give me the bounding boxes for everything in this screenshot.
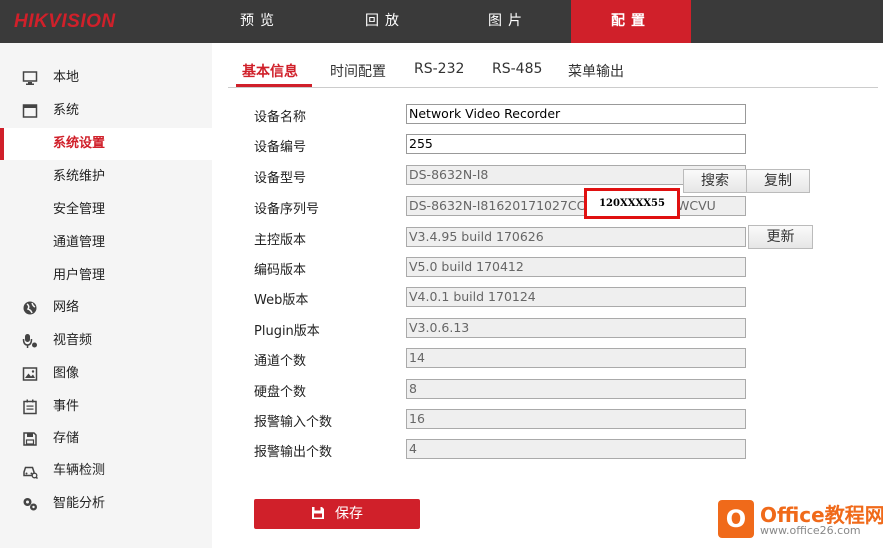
sidebar-item-local[interactable]: 本地 — [0, 62, 212, 94]
alarm-output-count-label: 报警输出个数 — [254, 445, 333, 460]
window-icon — [22, 103, 38, 119]
web-version-label: Web版本 — [254, 293, 309, 308]
sidebar-item-system[interactable]: 系统 — [0, 95, 212, 127]
serial-no-tail: WCVU — [677, 198, 716, 213]
serial-no-field: DS-8632N-I81620171027CC WCVU — [406, 196, 746, 216]
active-tab-underline — [236, 84, 312, 87]
main-version-label: 主控版本 — [254, 233, 307, 248]
serial-no-label: 设备序列号 — [254, 202, 320, 217]
channel-count-label: 通道个数 — [254, 354, 307, 369]
sidebar-item-label: 图像 — [53, 366, 80, 381]
sidebar-item-label: 智能分析 — [53, 496, 106, 511]
calendar-icon — [22, 399, 38, 415]
nav-picture[interactable]: 图片 — [448, 0, 568, 43]
tab-rs485[interactable]: RS-485 — [492, 61, 542, 77]
office26-watermark: O Office教程网 www.office26.com — [718, 496, 883, 542]
sidebar-item-channel-management[interactable]: 通道管理 — [0, 227, 212, 259]
alarm-input-count-field: 16 — [406, 409, 746, 429]
web-version-field: V4.0.1 build 170124 — [406, 287, 746, 307]
device-name-label: 设备名称 — [254, 110, 307, 125]
nav-configuration[interactable]: 配置 — [571, 0, 691, 43]
save-button[interactable]: 保存 — [254, 499, 420, 529]
sidebar-item-storage[interactable]: 存储 — [0, 423, 212, 455]
sidebar-item-label: 通道管理 — [53, 235, 106, 250]
tab-menu-output[interactable]: 菜单输出 — [568, 61, 624, 81]
copy-button[interactable]: 复制 — [746, 169, 810, 193]
device-no-input[interactable]: 255 — [406, 134, 746, 154]
nav-preview[interactable]: 预览 — [200, 0, 320, 43]
tab-basic-info[interactable]: 基本信息 — [242, 61, 298, 81]
gears-icon — [22, 496, 38, 512]
channel-count-field: 14 — [406, 348, 746, 368]
disk-icon — [22, 431, 38, 447]
plugin-version-field: V3.0.6.13 — [406, 318, 746, 338]
hikvision-logo: HIKVISION — [14, 11, 116, 32]
sidebar-item-label: 本地 — [53, 70, 80, 85]
image-icon — [22, 366, 38, 382]
sidebar-item-audio-video[interactable]: 视音频 — [0, 325, 212, 357]
globe-icon — [22, 300, 38, 316]
encode-version-field: V5.0 build 170412 — [406, 257, 746, 277]
hdd-count-field: 8 — [406, 379, 746, 399]
sidebar-item-label: 网络 — [53, 300, 80, 315]
sidebar-item-label: 视音频 — [53, 333, 93, 348]
sidebar-item-image[interactable]: 图像 — [0, 358, 212, 390]
watermark-url: www.office26.com — [760, 524, 861, 537]
car-icon — [22, 463, 38, 479]
update-button[interactable]: 更新 — [748, 225, 813, 249]
floppy-icon — [311, 499, 325, 529]
device-name-input[interactable]: Network Video Recorder — [406, 104, 746, 124]
sidebar-item-vehicle-detection[interactable]: 车辆检测 — [0, 455, 212, 487]
sidebar-item-network[interactable]: 网络 — [0, 292, 212, 324]
alarm-output-count-field: 4 — [406, 439, 746, 459]
plugin-version-label: Plugin版本 — [254, 324, 320, 339]
tab-time-settings[interactable]: 时间配置 — [330, 61, 386, 81]
sidebar-item-label: 存储 — [53, 431, 80, 446]
active-indicator — [0, 128, 4, 160]
microphone-icon — [22, 333, 38, 349]
config-tabs: 基本信息 时间配置 RS-232 RS-485 菜单输出 — [228, 55, 878, 88]
main-version-field: V3.4.95 build 170626 — [406, 227, 746, 247]
serial-redaction-box: 120XXXX55 — [584, 188, 680, 219]
device-no-label: 设备编号 — [254, 140, 307, 155]
nav-playback[interactable]: 回放 — [325, 0, 445, 43]
save-label: 保存 — [335, 506, 363, 522]
encode-version-label: 编码版本 — [254, 263, 307, 278]
sidebar-item-label: 系统维护 — [53, 169, 106, 184]
top-bar: HIKVISION 预览 回放 图片 配置 — [0, 0, 883, 43]
sidebar-item-system-maintenance[interactable]: 系统维护 — [0, 161, 212, 193]
sidebar-item-smart-analysis[interactable]: 智能分析 — [0, 488, 212, 520]
hdd-count-label: 硬盘个数 — [254, 385, 307, 400]
sidebar-item-user-management[interactable]: 用户管理 — [0, 260, 212, 292]
sidebar-item-event[interactable]: 事件 — [0, 391, 212, 423]
search-button[interactable]: 搜索 — [683, 169, 747, 193]
alarm-input-count-label: 报警输入个数 — [254, 415, 333, 430]
sidebar-item-system-settings[interactable]: 系统设置 — [0, 128, 212, 160]
sidebar-item-label: 事件 — [53, 399, 80, 414]
office-logo-icon: O — [718, 500, 754, 538]
sidebar-item-security[interactable]: 安全管理 — [0, 194, 212, 226]
device-model-label: 设备型号 — [254, 171, 307, 186]
sidebar-item-label: 安全管理 — [53, 202, 106, 217]
serial-no-value: DS-8632N-I81620171027CC — [409, 198, 586, 213]
sidebar-item-label: 车辆检测 — [53, 463, 106, 478]
sidebar: 本地 系统 系统设置 系统维护 安全管理 通道管理 用户管理 网络 视音频 图像… — [0, 43, 212, 548]
monitor-icon — [22, 70, 38, 86]
sidebar-item-label: 系统 — [53, 103, 80, 118]
sidebar-item-label: 系统设置 — [53, 136, 106, 151]
sidebar-item-label: 用户管理 — [53, 268, 106, 283]
tab-rs232[interactable]: RS-232 — [414, 61, 464, 77]
